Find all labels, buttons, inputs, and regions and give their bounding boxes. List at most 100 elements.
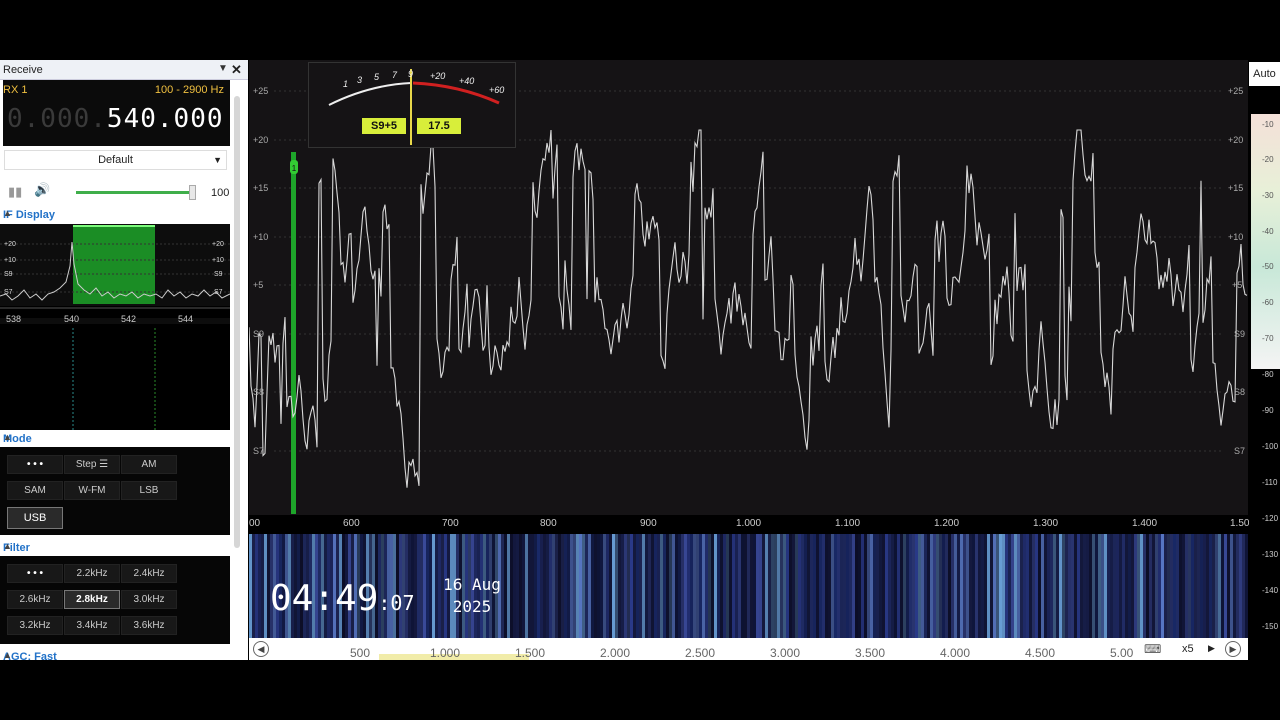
bottom-tick: 4.000 (940, 646, 971, 660)
panel-scrollbar[interactable] (234, 96, 240, 548)
auto-button[interactable]: Auto (1249, 62, 1280, 86)
filter-header[interactable]: Filter ▲ (0, 541, 230, 555)
collapse-icon[interactable]: ▲ (3, 208, 224, 218)
waterfall-column (1215, 534, 1218, 638)
waterfall-column (1008, 534, 1011, 638)
mode-lsb-button[interactable]: LSB (121, 481, 177, 500)
filter-2-8khz-button[interactable]: 2.8kHz (64, 590, 120, 609)
if-display[interactable]: +20 +10 S9 S7 +20 +10 S9 S7 538 540 542 … (0, 224, 230, 430)
waterfall-column (795, 534, 798, 638)
waterfall-column (825, 534, 828, 638)
speaker-icon[interactable]: 🔊 (34, 182, 50, 198)
waterfall-column (1239, 534, 1242, 638)
waterfall-column (777, 534, 780, 638)
filter-more-button[interactable]: • • • (7, 564, 63, 583)
waterfall-column (972, 534, 975, 638)
scroll-right-icon[interactable]: ▶ (1225, 641, 1241, 657)
waterfall-column (1203, 534, 1206, 638)
mode-am-button[interactable]: AM (121, 455, 177, 474)
y-tick-left: +15 (253, 183, 269, 193)
x-tick: 1.100 (835, 518, 861, 529)
filter-3-4khz-button[interactable]: 3.4kHz (64, 616, 120, 635)
zoom-level[interactable]: x5 (1182, 643, 1194, 655)
waterfall-column (654, 534, 657, 638)
waterfall-column (756, 534, 759, 638)
collapse-icon[interactable]: ▲ (3, 541, 224, 551)
filter-2-4khz-button[interactable]: 2.4kHz (121, 564, 177, 583)
mode-sam-button[interactable]: SAM (7, 481, 63, 500)
waterfall-column (783, 534, 786, 638)
bottom-tick: 500 (350, 646, 371, 660)
if-y-tick-right: +10 (212, 257, 224, 264)
mode-usb-button[interactable]: USB (7, 507, 63, 529)
waterfall-column (657, 534, 660, 638)
filter-2-2khz-button[interactable]: 2.2kHz (64, 564, 120, 583)
waterfall-column (1104, 534, 1107, 638)
if-x-tick: 540 (64, 314, 79, 324)
if-y-tick-right: S9 (214, 271, 223, 278)
profile-select[interactable]: Default ▼ (4, 150, 227, 170)
waterfall-column (1185, 534, 1188, 638)
x-tick: 900 (640, 518, 657, 529)
filter-3-2khz-button[interactable]: 3.2kHz (7, 616, 63, 635)
waterfall-column (570, 534, 573, 638)
if-display-header[interactable]: IF Display ▲ (0, 208, 230, 222)
waterfall-column (1029, 534, 1032, 638)
waterfall-column (873, 534, 876, 638)
clock-hours-minutes: 04:49 (270, 578, 379, 619)
waterfall-column (1068, 534, 1071, 638)
waterfall-column (615, 534, 618, 638)
waterfall-column (1191, 534, 1194, 638)
tuning-marker[interactable] (291, 152, 296, 514)
waterfall-column (867, 534, 870, 638)
filter-2-6khz-button[interactable]: 2.6kHz (7, 590, 63, 609)
waterfall-column (762, 534, 765, 638)
waterfall-column (1224, 534, 1227, 638)
waterfall-column (1167, 534, 1170, 638)
collapse-icon[interactable]: ▲ (3, 432, 224, 442)
x-tick: 1.000 (736, 518, 762, 529)
scroll-left-icon[interactable]: ◀ (253, 641, 269, 657)
volume-slider[interactable] (76, 185, 196, 200)
waterfall-column (963, 534, 966, 638)
waterfall-column (936, 534, 939, 638)
filter-3-6khz-button[interactable]: 3.6kHz (121, 616, 177, 635)
waterfall-column (261, 534, 264, 638)
waterfall-column (771, 534, 774, 638)
volume-slider-handle[interactable] (189, 185, 196, 200)
agc-header[interactable]: AGC: Fast ▲ (0, 650, 230, 660)
waterfall-column (516, 534, 519, 638)
waterfall-column (690, 534, 693, 638)
waterfall-column (561, 534, 564, 638)
collapse-icon[interactable]: ▲ (3, 650, 224, 660)
mode-header[interactable]: Mode ▲ (0, 432, 230, 446)
equalizer-icon[interactable]: ▮▮ (8, 184, 22, 200)
waterfall-column (693, 534, 696, 638)
waterfall-column (942, 534, 945, 638)
waterfall-column (759, 534, 762, 638)
waterfall-column (582, 534, 585, 638)
waterfall-column (1197, 534, 1200, 638)
waterfall-column (579, 534, 582, 638)
waterfall-column (648, 534, 651, 638)
waterfall-column (813, 534, 816, 638)
waterfall-column (531, 534, 534, 638)
panel-menu-icon[interactable]: ▼ (218, 63, 228, 74)
frequency-value[interactable]: 0.000.540.000 (7, 104, 224, 134)
zoom-arrow-icon[interactable]: ▶ (1208, 643, 1215, 654)
waterfall-column (522, 534, 525, 638)
filter-3-0khz-button[interactable]: 3.0kHz (121, 590, 177, 609)
frequency-scroll-bar[interactable]: ◀ 500 1.000 1.500 2.000 2.500 3.000 3.50… (249, 638, 1248, 660)
mode-wfm-button[interactable]: W-FM (64, 481, 120, 500)
frequency-display[interactable]: RX 1 100 - 2900 Hz 0.000.540.000 (3, 80, 230, 146)
waterfall-column (1137, 534, 1140, 638)
mode-more-button[interactable]: • • • (7, 455, 63, 474)
waterfall-column (576, 534, 579, 638)
keyboard-icon[interactable]: ⌨ (1144, 642, 1161, 656)
waterfall-column (1206, 534, 1209, 638)
waterfall-column (510, 534, 513, 638)
meter-scale-label: 9 (408, 69, 413, 79)
mode-step-button[interactable]: Step ☰ (64, 455, 120, 474)
close-icon[interactable]: ✕ (231, 62, 242, 78)
bottom-tick: 5.00 (1110, 646, 1134, 660)
